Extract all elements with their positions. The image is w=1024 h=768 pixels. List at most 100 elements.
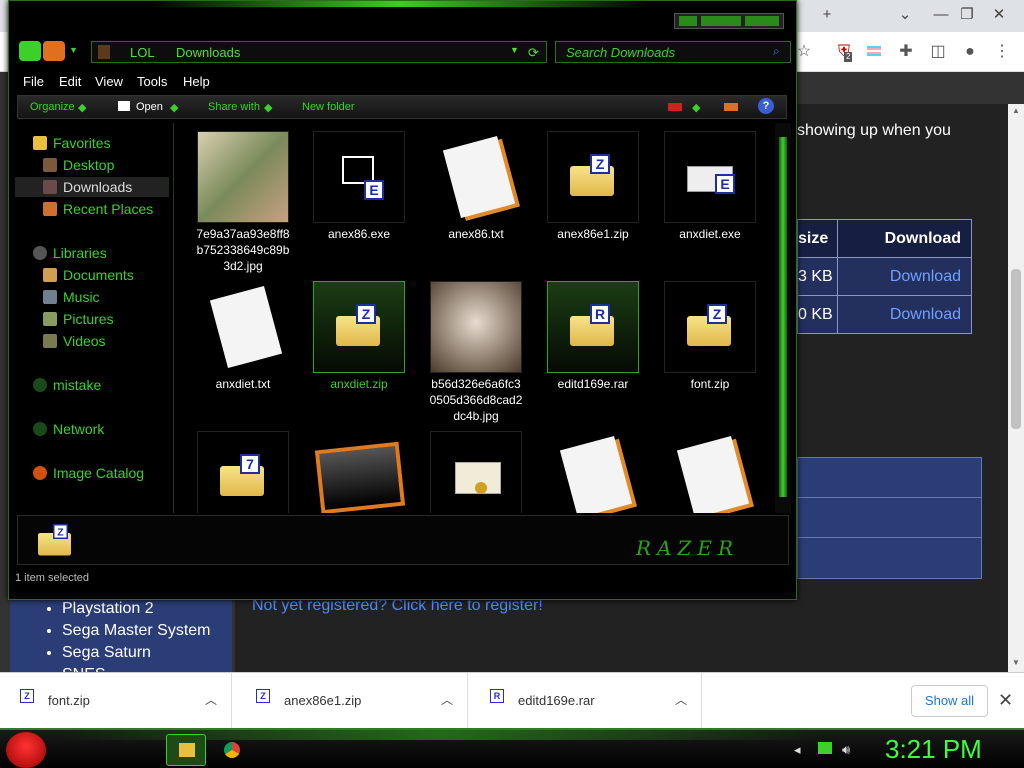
7z-icon: 7 (197, 431, 289, 513)
downloads-icon (43, 180, 57, 194)
minimize-button[interactable]: — (928, 4, 954, 26)
file-item[interactable]: R editd169e.rar (545, 273, 641, 418)
preview-pane-icon[interactable] (724, 103, 738, 111)
nav-item[interactable]: Playstation 2 (62, 598, 232, 620)
tray-arrow-icon[interactable]: ◂ (794, 742, 801, 758)
history-dropdown-icon[interactable]: ▼ (69, 45, 78, 55)
maximize-button[interactable] (701, 16, 741, 26)
chrome-taskbar-icon[interactable] (212, 734, 252, 766)
page-scrollbar[interactable]: ▲ ▼ (1008, 104, 1024, 672)
sidebar-item-downloads[interactable]: Downloads (15, 177, 169, 197)
star-icon (33, 136, 47, 150)
col-size-header: size (797, 219, 838, 258)
explorer-taskbar-icon[interactable] (166, 734, 206, 766)
forward-arrow-icon[interactable] (43, 41, 65, 61)
download-link[interactable]: Download (890, 306, 961, 323)
download-item[interactable]: Z font.zip ︿ (0, 673, 232, 729)
file-item[interactable]: Z anex86e1.zip (545, 123, 641, 268)
sidebar-item-videos[interactable]: Videos (15, 331, 169, 351)
zip-icon: Z (664, 281, 756, 373)
status-bar: 1 item selected (15, 572, 89, 584)
flag-extension-icon[interactable] (862, 40, 886, 64)
close-window-button[interactable]: ✕ (986, 4, 1012, 26)
file-item[interactable]: Z font.zip (662, 273, 758, 418)
breadcrumb-lol[interactable]: LOL (130, 45, 155, 60)
help-icon[interactable]: ? (758, 98, 774, 114)
network-icon (33, 422, 47, 436)
search-input[interactable]: Search Downloads (555, 41, 791, 63)
refresh-icon[interactable]: ⟳ (528, 45, 539, 61)
chevron-up-icon[interactable]: ︿ (205, 691, 217, 708)
close-button[interactable] (745, 16, 779, 26)
sidebar-item-documents[interactable]: Documents (15, 265, 169, 285)
network-tray-icon[interactable] (818, 742, 832, 754)
share-with-button[interactable]: Share with (208, 101, 260, 113)
download-item[interactable]: Z anex86e1.zip ︿ (236, 673, 468, 729)
new-folder-button[interactable]: New folder (302, 101, 355, 113)
view-options-icon[interactable] (668, 103, 682, 111)
file-item[interactable] (428, 423, 524, 513)
scroll-thumb[interactable] (1011, 269, 1021, 429)
sidebar-item-libraries[interactable]: Libraries (15, 243, 169, 263)
address-bar[interactable]: LOL Downloads ▼ ⟳ (91, 41, 547, 63)
menu-view[interactable]: View (95, 74, 123, 89)
restore-button[interactable]: ❐ (954, 4, 980, 26)
selected-zip-icon: Z (38, 524, 73, 557)
back-arrow-icon[interactable] (19, 41, 41, 61)
file-item[interactable]: b56d326e6a6fc30505d366d8cad2dc4b.jpg (428, 273, 524, 423)
file-item[interactable]: Z anxdiet.zip (311, 273, 407, 418)
nav-item[interactable]: Sega Master System (62, 620, 232, 642)
sidebar-item-image-catalog[interactable]: Image Catalog (15, 463, 169, 483)
start-button-angry-bird-icon[interactable] (6, 732, 46, 768)
scroll-up-icon[interactable]: ▲ (1012, 106, 1020, 115)
sidebar-item-mistake[interactable]: mistake (15, 375, 169, 395)
pane-divider[interactable] (173, 123, 174, 513)
search-icon[interactable]: ⌕ (773, 44, 780, 59)
puzzle-extensions-icon[interactable]: ✚ (894, 40, 918, 64)
console-nav: Playstation 2 Sega Master System Sega Sa… (10, 590, 232, 683)
file-item[interactable]: 7 (195, 423, 291, 513)
side-panel-icon[interactable]: ◫ (926, 40, 950, 64)
chevron-up-icon[interactable]: ︿ (441, 691, 453, 708)
download-link[interactable]: Download (890, 268, 961, 285)
volume-icon[interactable]: 🔊︎ (842, 742, 850, 758)
menu-tools[interactable]: Tools (137, 74, 167, 89)
clock[interactable]: 3:21 PM (885, 734, 982, 765)
close-icon[interactable]: ✕ (998, 690, 1013, 711)
file-item[interactable] (662, 423, 758, 513)
scroll-down-icon[interactable]: ▼ (1012, 658, 1020, 667)
sidebar-item-pictures[interactable]: Pictures (15, 309, 169, 329)
file-item[interactable]: anxdiet.txt (195, 273, 291, 418)
browser-menu-icon[interactable]: ⋮ (990, 40, 1014, 64)
menu-file[interactable]: File (23, 74, 44, 89)
tab-search-button[interactable]: ⌄ (892, 4, 918, 26)
file-item[interactable]: 7e9a37aa93e8ff8b752338649c89b3d2.jpg (195, 123, 291, 273)
download-item[interactable]: R editd169e.rar ︿ (470, 673, 702, 729)
new-tab-button[interactable]: + (814, 4, 840, 26)
minimize-button[interactable] (679, 16, 697, 26)
sidebar-item-music[interactable]: Music (15, 287, 169, 307)
breadcrumb-downloads[interactable]: Downloads (176, 45, 240, 60)
sidebar-item-network[interactable]: Network (15, 419, 169, 439)
sidebar-item-desktop[interactable]: Desktop (15, 155, 169, 175)
menu-help[interactable]: Help (183, 74, 210, 89)
show-all-button[interactable]: Show all (911, 685, 988, 717)
open-button[interactable]: Open (136, 101, 163, 113)
address-dropdown-icon[interactable]: ▼ (510, 45, 519, 55)
chevron-up-icon[interactable]: ︿ (675, 691, 687, 708)
file-item[interactable] (545, 423, 641, 513)
shield-extension-icon[interactable]: ⛨2 (832, 40, 856, 64)
menu-edit[interactable]: Edit (59, 74, 81, 89)
file-item[interactable]: E anex86.exe (311, 123, 407, 268)
file-item[interactable]: E anxdiet.exe (662, 123, 758, 268)
file-item[interactable] (311, 423, 407, 513)
scroll-thumb[interactable] (779, 137, 787, 497)
nav-item[interactable]: Sega Saturn (62, 642, 232, 664)
sidebar-item-recent-places[interactable]: Recent Places (15, 199, 169, 219)
profile-avatar-icon[interactable]: ● (958, 40, 982, 64)
organize-button[interactable]: Organize (30, 101, 75, 113)
sidebar-item-favorites[interactable]: Favorites (15, 133, 169, 153)
file-item[interactable]: anex86.txt (428, 123, 524, 268)
file-scrollbar[interactable] (775, 123, 791, 513)
col-download-header: Download (837, 219, 972, 258)
